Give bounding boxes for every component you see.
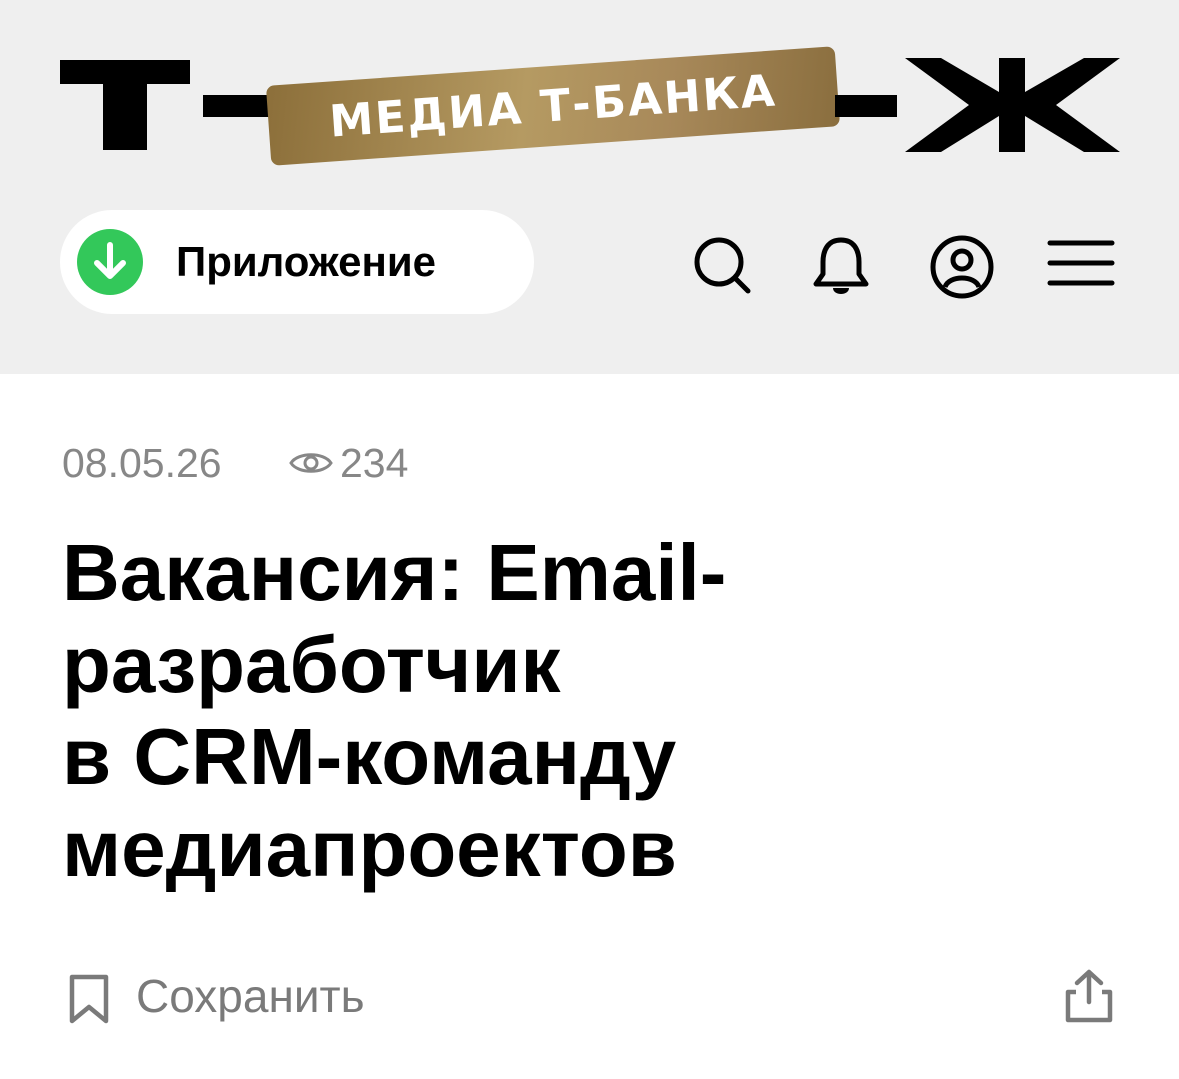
logo-dash — [203, 95, 275, 117]
view-count: 234 — [340, 440, 409, 486]
article-title-line: Вакансия: Email- — [62, 528, 727, 617]
logo-letter-zh — [905, 58, 1120, 152]
profile-icon[interactable] — [927, 232, 997, 302]
menu-icon[interactable] — [1046, 232, 1116, 302]
site-header: МЕДИА Т-БАНКА Приложение — [0, 0, 1179, 374]
bookmark-icon — [69, 974, 109, 1024]
article-title-line: в CRM-команду — [62, 712, 677, 801]
site-logo[interactable]: МЕДИА Т-БАНКА — [0, 0, 1179, 190]
article-title-line: разработчик — [62, 620, 561, 709]
article-date: 08.05.26 — [62, 440, 222, 486]
logo-letter-t — [60, 60, 190, 150]
app-button-label: Приложение — [176, 238, 437, 285]
download-arrow-icon — [77, 229, 143, 295]
save-button-label: Сохранить — [136, 970, 365, 1022]
logo-dash — [835, 95, 897, 117]
eye-icon — [289, 453, 333, 473]
share-icon[interactable] — [1062, 968, 1116, 1026]
article-title: Вакансия: Email- разработчик в CRM-коман… — [62, 527, 1122, 895]
article-title-line: медиапроектов — [62, 804, 677, 893]
search-icon[interactable] — [688, 232, 758, 302]
app-download-button[interactable]: Приложение — [60, 210, 534, 314]
logo-badge-text: МЕДИА Т-БАНКА — [327, 64, 779, 148]
logo-badge: МЕДИА Т-БАНКА — [265, 46, 841, 166]
bell-icon[interactable] — [806, 232, 876, 302]
